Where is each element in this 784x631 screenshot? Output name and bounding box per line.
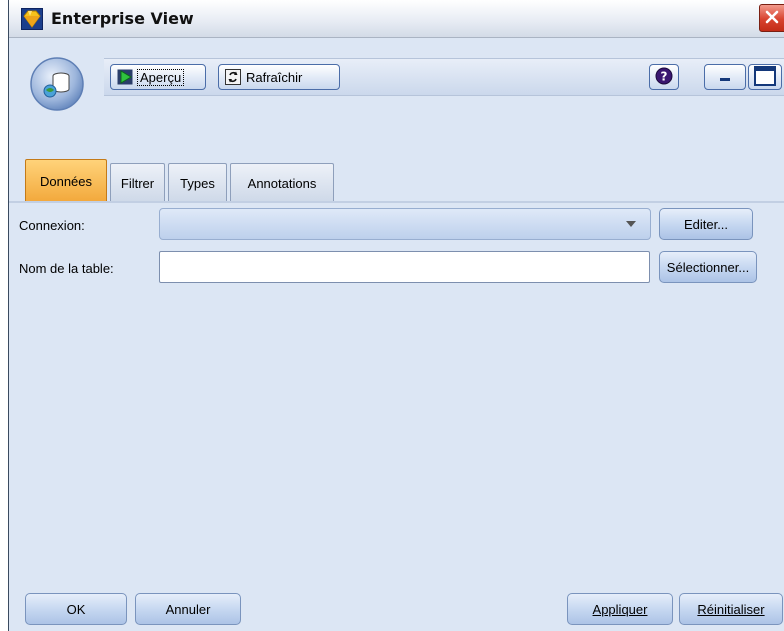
help-button[interactable]: ? — [649, 64, 679, 90]
select-table-button[interactable]: Sélectionner... — [659, 251, 757, 283]
diamond-icon — [21, 8, 43, 30]
close-button[interactable] — [759, 4, 784, 32]
ok-button[interactable]: OK — [25, 593, 127, 625]
tab-filtrer[interactable]: Filtrer — [110, 163, 165, 203]
title-bar[interactable]: Enterprise View — [9, 0, 784, 38]
minimize-icon — [718, 69, 732, 86]
cancel-button[interactable]: Annuler — [135, 593, 241, 625]
chevron-down-icon — [626, 221, 636, 227]
edit-connection-button[interactable]: Editer... — [659, 208, 753, 240]
refresh-icon — [225, 69, 241, 85]
table-name-label: Nom de la table: — [19, 261, 114, 276]
preview-label: Aperçu — [136, 68, 185, 86]
dialog-window: Enterprise View Aperçu Rafraîchir ? Donn… — [8, 0, 784, 631]
connection-dropdown[interactable] — [159, 208, 651, 240]
tab-donnees[interactable]: Données — [25, 159, 107, 203]
apply-button[interactable]: Appliquer — [567, 593, 673, 625]
minimize-button[interactable] — [704, 64, 746, 90]
maximize-button[interactable] — [748, 64, 782, 90]
connection-label: Connexion: — [19, 218, 85, 233]
play-icon — [117, 69, 133, 85]
refresh-label: Rafraîchir — [246, 69, 303, 85]
toolbar: Aperçu Rafraîchir ? — [104, 58, 784, 96]
toolbar-area: Aperçu Rafraîchir ? — [9, 38, 784, 140]
question-icon: ? — [655, 67, 673, 88]
reset-button[interactable]: Réinitialiser — [679, 593, 783, 625]
tab-content-donnees: Connexion: Editer... Nom de la table: Sé… — [9, 203, 784, 631]
tab-types[interactable]: Types — [168, 163, 227, 203]
svg-text:?: ? — [661, 69, 668, 83]
database-node-icon — [28, 55, 86, 113]
window-title: Enterprise View — [51, 9, 194, 28]
close-icon — [764, 9, 780, 28]
preview-button[interactable]: Aperçu — [110, 64, 206, 90]
table-name-input[interactable] — [159, 251, 650, 283]
tab-annotations[interactable]: Annotations — [230, 163, 334, 203]
maximize-icon — [754, 65, 776, 89]
refresh-button[interactable]: Rafraîchir — [218, 64, 340, 90]
tab-bar: Données Filtrer Types Annotations — [9, 140, 784, 203]
